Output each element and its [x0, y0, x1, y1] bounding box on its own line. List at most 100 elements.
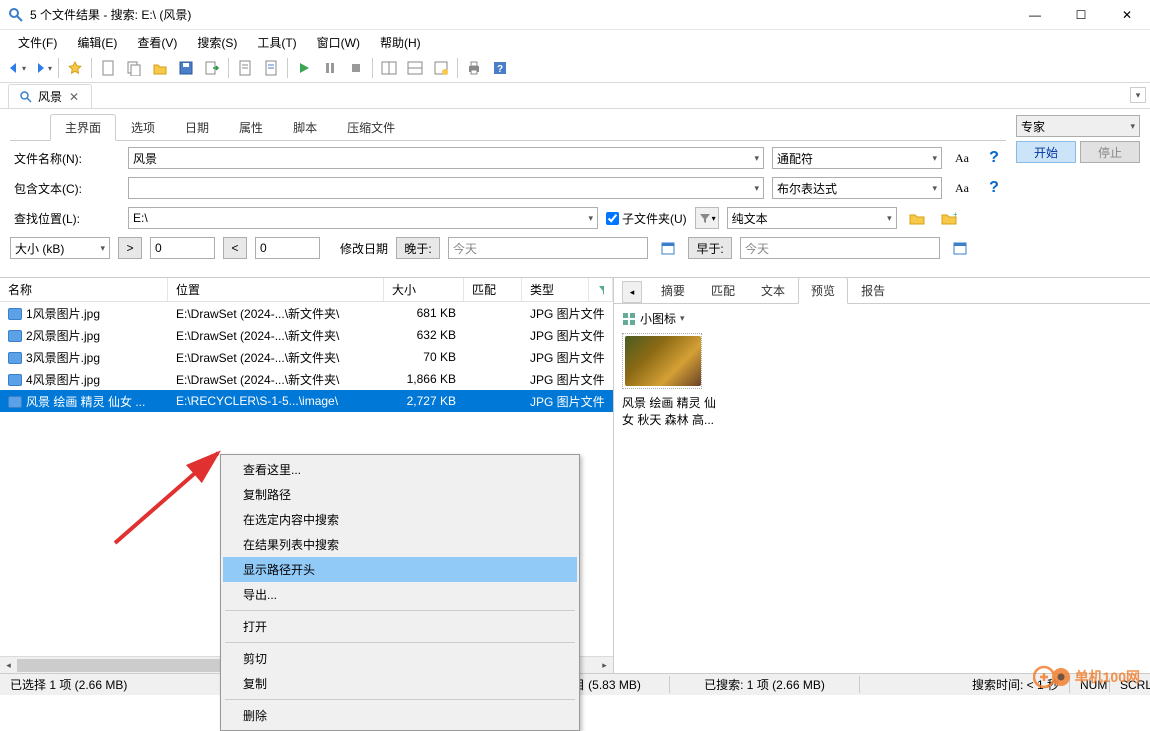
- context-item-6[interactable]: 打开: [223, 614, 577, 639]
- lookin-input[interactable]: E:\▾: [128, 207, 598, 229]
- filename-input[interactable]: 风景▾: [128, 147, 764, 169]
- text-mode-select[interactable]: 纯文本▾: [727, 207, 897, 229]
- stop-button[interactable]: [344, 56, 368, 80]
- tab-dropdown-button[interactable]: ▾: [1130, 87, 1146, 103]
- stop-button[interactable]: 停止: [1080, 141, 1140, 163]
- layout1-button[interactable]: [377, 56, 401, 80]
- subfolders-checkbox[interactable]: 子文件夹(U): [606, 210, 687, 227]
- forward-button[interactable]: ▾: [30, 56, 54, 80]
- preview-back-button[interactable]: ◂: [622, 281, 642, 303]
- new-doc-button[interactable]: [96, 56, 120, 80]
- add-folder-button[interactable]: +: [937, 207, 961, 229]
- size-lt-input[interactable]: 0: [255, 237, 320, 259]
- result-row[interactable]: 4风景图片.jpgE:\DrawSet (2024-...\新文件夹\1,866…: [0, 368, 613, 390]
- scroll-right-icon[interactable]: ▸: [596, 657, 613, 674]
- play-button[interactable]: [292, 56, 316, 80]
- layout2-button[interactable]: [403, 56, 427, 80]
- print-button[interactable]: [462, 56, 486, 80]
- after-button[interactable]: 晚于:: [396, 237, 440, 259]
- context-item-9[interactable]: 删除: [223, 703, 577, 728]
- subtab-1[interactable]: 选项: [116, 114, 170, 140]
- col-name[interactable]: 名称: [0, 278, 168, 301]
- subtab-2[interactable]: 日期: [170, 114, 224, 140]
- save-button[interactable]: [174, 56, 198, 80]
- menu-tools[interactable]: 工具(T): [249, 32, 304, 53]
- close-button[interactable]: ✕: [1104, 0, 1150, 30]
- thumbnail-item[interactable]: [622, 333, 702, 389]
- preview-tab-3[interactable]: 预览: [798, 278, 848, 304]
- thumbnail-image: [625, 336, 701, 386]
- preview-tab-2[interactable]: 文本: [748, 278, 798, 303]
- minimize-button[interactable]: —: [1012, 0, 1058, 30]
- result-row[interactable]: 2风景图片.jpgE:\DrawSet (2024-...\新文件夹\632 K…: [0, 324, 613, 346]
- size-unit-select[interactable]: 大小 (kB)▾: [10, 237, 110, 259]
- menu-edit[interactable]: 编辑(E): [69, 32, 125, 53]
- preview-tab-0[interactable]: 摘要: [648, 278, 698, 303]
- col-location[interactable]: 位置: [168, 278, 384, 301]
- preview-tab-4[interactable]: 报告: [848, 278, 898, 303]
- menu-search[interactable]: 搜索(S): [189, 32, 245, 53]
- subtab-3[interactable]: 属性: [224, 114, 278, 140]
- expert-mode-select[interactable]: 专家▾: [1016, 115, 1140, 137]
- result-row[interactable]: 1风景图片.jpgE:\DrawSet (2024-...\新文件夹\681 K…: [0, 302, 613, 324]
- export-button[interactable]: [200, 56, 224, 80]
- case-sensitive-toggle-2[interactable]: Aa: [950, 177, 974, 199]
- after-input[interactable]: 今天: [448, 237, 648, 259]
- copy-button[interactable]: [122, 56, 146, 80]
- context-item-5[interactable]: 导出...: [223, 582, 577, 607]
- context-item-8[interactable]: 复制: [223, 671, 577, 696]
- refresh-button[interactable]: [429, 56, 453, 80]
- back-button[interactable]: ▾: [4, 56, 28, 80]
- col-match[interactable]: 匹配: [464, 278, 522, 301]
- subtab-5[interactable]: 压缩文件: [332, 114, 410, 140]
- pause-button[interactable]: [318, 56, 342, 80]
- result-row[interactable]: 3风景图片.jpgE:\DrawSet (2024-...\新文件夹\70 KB…: [0, 346, 613, 368]
- browse-folder-button[interactable]: [905, 207, 929, 229]
- app-icon: [8, 7, 24, 23]
- menu-file[interactable]: 文件(F): [10, 32, 65, 53]
- context-item-1[interactable]: 复制路径: [223, 482, 577, 507]
- subtab-0[interactable]: 主界面: [50, 114, 116, 141]
- size-gt-input[interactable]: 0: [150, 237, 215, 259]
- result-row[interactable]: 风景 绘画 精灵 仙女 ...E:\RECYCLER\S-1-5...\imag…: [0, 390, 613, 412]
- before-calendar-icon[interactable]: [948, 237, 972, 259]
- filename-mode-select[interactable]: 通配符▾: [772, 147, 942, 169]
- case-sensitive-toggle[interactable]: Aa: [950, 147, 974, 169]
- subtab-4[interactable]: 脚本: [278, 114, 332, 140]
- menu-view[interactable]: 查看(V): [129, 32, 185, 53]
- contains-input[interactable]: ▾: [128, 177, 764, 199]
- filter-button[interactable]: ▾: [695, 207, 719, 229]
- tab-close-icon[interactable]: ✕: [67, 90, 81, 104]
- context-item-7[interactable]: 剪切: [223, 646, 577, 671]
- size-lt-button[interactable]: <: [223, 237, 247, 259]
- context-item-4[interactable]: 显示路径开头: [223, 557, 577, 582]
- contains-mode-select[interactable]: 布尔表达式▾: [772, 177, 942, 199]
- doc2-button[interactable]: [259, 56, 283, 80]
- view-mode-selector[interactable]: 小图标 ▾: [622, 308, 1142, 333]
- preview-tab-1[interactable]: 匹配: [698, 278, 748, 303]
- favorites-button[interactable]: [63, 56, 87, 80]
- context-item-3[interactable]: 在结果列表中搜索: [223, 532, 577, 557]
- before-button[interactable]: 早于:: [688, 237, 732, 259]
- menu-window[interactable]: 窗口(W): [309, 32, 368, 53]
- size-gt-button[interactable]: >: [118, 237, 142, 259]
- col-size[interactable]: 大小: [384, 278, 464, 301]
- scroll-thumb[interactable]: [17, 659, 249, 672]
- after-calendar-icon[interactable]: [656, 237, 680, 259]
- col-type[interactable]: 类型: [522, 278, 589, 301]
- start-button[interactable]: 开始: [1016, 141, 1076, 163]
- scroll-left-icon[interactable]: ◂: [0, 657, 17, 674]
- doc1-button[interactable]: [233, 56, 257, 80]
- menu-help[interactable]: 帮助(H): [372, 32, 429, 53]
- contains-help-icon[interactable]: ?: [982, 177, 1006, 199]
- filter-icon[interactable]: [589, 278, 613, 301]
- context-item-0[interactable]: 查看这里...: [223, 457, 577, 482]
- open-button[interactable]: [148, 56, 172, 80]
- before-input[interactable]: 今天: [740, 237, 940, 259]
- maximize-button[interactable]: ☐: [1058, 0, 1104, 30]
- help-button[interactable]: ?: [488, 56, 512, 80]
- filename-help-icon[interactable]: ?: [982, 147, 1006, 169]
- document-tab[interactable]: 风景 ✕: [8, 84, 92, 108]
- results-header: 名称 位置 大小 匹配 类型: [0, 278, 613, 302]
- context-item-2[interactable]: 在选定内容中搜索: [223, 507, 577, 532]
